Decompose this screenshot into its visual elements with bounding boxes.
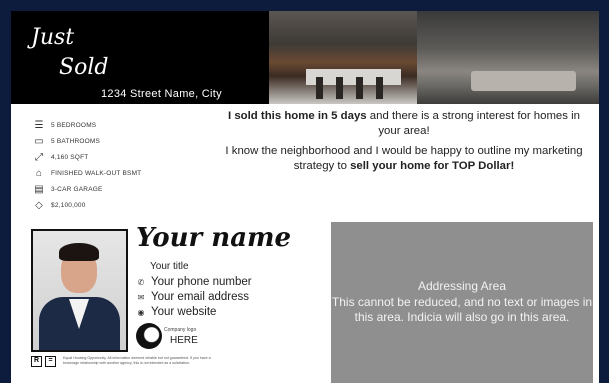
agent-name: Your name xyxy=(136,223,292,253)
phone-line: ✆ Your phone number xyxy=(135,275,252,289)
postcard: Just Sold 1234 Street Name, City ☰ 5 BEDR… xyxy=(11,11,599,383)
addressing-area: Addressing Area This cannot be reduced, … xyxy=(331,222,593,383)
realtor-logo-icon: R xyxy=(31,356,42,367)
message-paragraph-2: I know the neighborhood and I would be h… xyxy=(225,145,583,172)
feature-item: ◇ $2,100,000 xyxy=(32,197,202,213)
company-logo-icon xyxy=(136,323,162,349)
website-line: ◉ Your website xyxy=(135,305,217,319)
bed-icon: ☰ xyxy=(34,119,44,131)
envelope-icon: ✉ xyxy=(137,292,145,302)
phone-icon: ✆ xyxy=(137,277,145,287)
stool xyxy=(316,77,323,99)
property-address: 1234 Street Name, City xyxy=(101,88,222,100)
sofa xyxy=(471,71,576,91)
sales-message: I sold this home in 5 days and there is … xyxy=(219,109,589,179)
company-logo-here: HERE xyxy=(170,335,198,346)
globe-icon: ◉ xyxy=(137,307,145,317)
feature-item: ▤ 3-CAR GARAGE xyxy=(32,181,202,197)
message-paragraph-1: I sold this home in 5 days and there is … xyxy=(228,110,580,137)
feature-item: ⤢ 4,160 SQFT xyxy=(32,149,202,165)
feature-item: ▭ 5 BATHROOMS xyxy=(32,133,202,149)
header-banner: Just Sold 1234 Street Name, City xyxy=(11,11,269,104)
price-tag-icon: ◇ xyxy=(35,199,43,211)
feature-item: ⌂ FINISHED WALK-OUT BSMT xyxy=(32,165,202,181)
equal-housing-icon: = xyxy=(45,356,56,367)
feature-item: ☰ 5 BEDROOMS xyxy=(32,117,202,133)
agent-title: Your title xyxy=(150,261,189,272)
agent-headshot xyxy=(31,229,128,352)
stool xyxy=(336,77,343,99)
addressing-text: Addressing Area This cannot be reduced, … xyxy=(331,279,593,324)
garage-icon: ▤ xyxy=(34,183,44,195)
disclaimer-text: Equal Housing Opportunity. All informati… xyxy=(63,356,211,365)
bathtub-icon: ▭ xyxy=(34,135,44,147)
email-line: ✉ Your email address xyxy=(135,290,249,304)
just-text: Just xyxy=(31,25,75,50)
kitchen-photo xyxy=(269,11,417,104)
basement-icon: ⌂ xyxy=(35,167,43,179)
company-logo-label: Company logo xyxy=(164,327,197,333)
compliance-logos: R = xyxy=(31,356,59,367)
stool xyxy=(356,77,363,99)
stool xyxy=(376,77,383,99)
measure-icon: ⤢ xyxy=(35,151,43,163)
feature-list: ☰ 5 BEDROOMS ▭ 5 BATHROOMS ⤢ 4,160 SQFT ⌂ FI… xyxy=(32,117,202,213)
sold-text: Sold xyxy=(59,55,109,80)
